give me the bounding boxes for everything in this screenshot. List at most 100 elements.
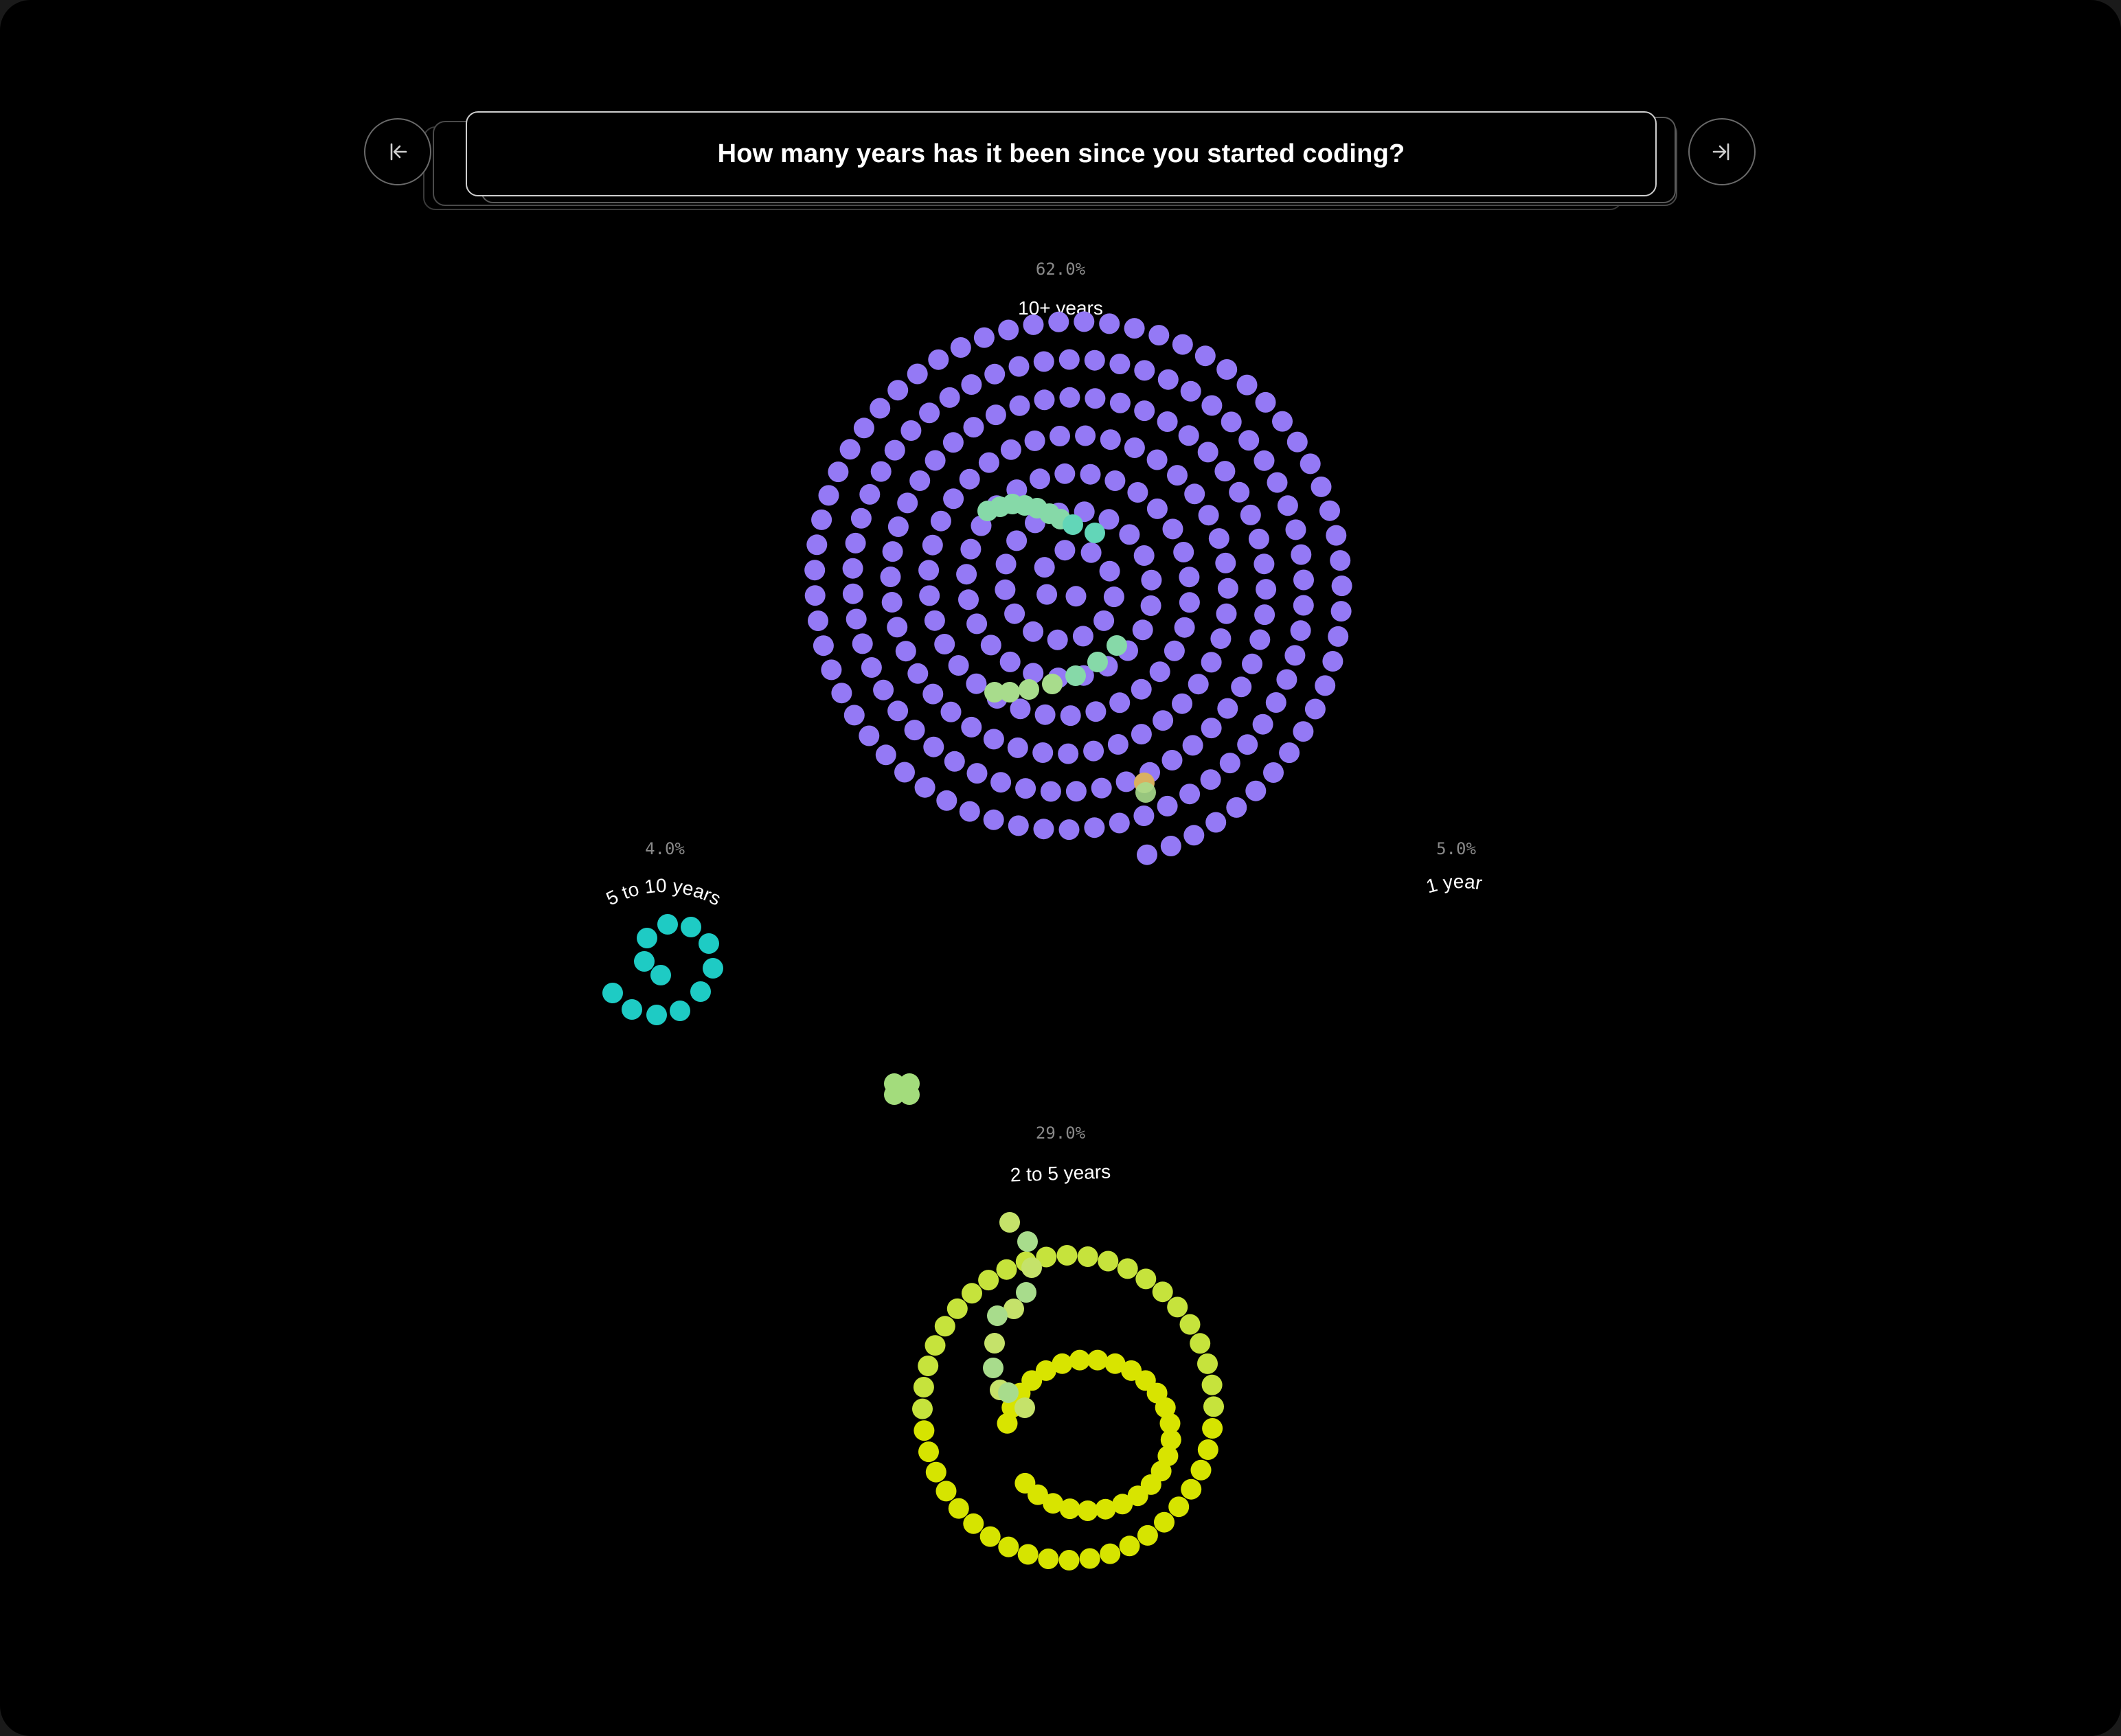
dot-10plus-years (936, 790, 957, 811)
dot-10plus-years (1304, 698, 1326, 720)
dot-10plus-years (918, 560, 940, 581)
dot-10plus-years (1210, 628, 1232, 649)
dot-10plus-years (1194, 345, 1216, 367)
dot-10plus-years (1279, 742, 1300, 764)
dot-10plus-years (922, 534, 943, 556)
dot-10plus-years (1173, 542, 1194, 562)
dot-10plus-years (1133, 806, 1155, 826)
dot-2to5-years (1167, 1297, 1188, 1318)
dot-10plus-years (1058, 743, 1079, 764)
dot-10plus-years (1167, 465, 1188, 486)
dot-2to5-years (1168, 1496, 1190, 1518)
dot-10plus-years (1104, 470, 1126, 491)
dot-10plus-years (1109, 692, 1131, 713)
dot-10plus-years (1172, 334, 1193, 355)
dot-10plus-years (880, 567, 901, 587)
dot-2to5-years (912, 1398, 933, 1419)
dot-10plus-years (1255, 391, 1276, 413)
dot-transition (1017, 1231, 1038, 1252)
dot-10plus-years (1109, 354, 1131, 374)
dot-10plus-years (1059, 387, 1080, 408)
dot-10plus-years (1085, 388, 1106, 409)
dot-10plus-years (998, 319, 1019, 341)
dot-2to5-years (1017, 1544, 1039, 1565)
dot-2to5-years (962, 1283, 982, 1304)
cluster-1year-percent: 5.0% (1436, 839, 1476, 858)
dot-10plus-years (1231, 676, 1252, 698)
dot-2to5-years (1197, 1439, 1218, 1460)
dot-10plus-years (1285, 519, 1306, 540)
dot-10plus-years (1007, 737, 1028, 758)
dot-10plus-years (1330, 550, 1351, 571)
dot-10plus-years (948, 655, 969, 676)
dot-10plus-years (839, 439, 861, 460)
dot-10plus-years (1132, 619, 1153, 641)
dot-10plus-years (928, 349, 949, 370)
dot-10plus-years (853, 418, 874, 439)
dot-2to5-years (1079, 1548, 1100, 1569)
dot-2to5-years (1202, 1418, 1223, 1439)
dot-10plus-years (1248, 528, 1269, 549)
dot-10plus-years (1141, 569, 1162, 591)
dot-10plus-years (1242, 653, 1262, 674)
dot-2to5-years (934, 1316, 955, 1337)
dot-transition (987, 1305, 1008, 1326)
dot-10plus-years (861, 657, 882, 678)
dot-10plus-years (1229, 481, 1250, 503)
dot-10plus-years (1083, 740, 1104, 762)
dot-10plus-years (1330, 601, 1352, 622)
dot-transition (1065, 665, 1086, 686)
dot-10plus-years (919, 585, 940, 606)
dot-10plus-years (1276, 669, 1297, 690)
dot-10plus-years (1004, 603, 1025, 624)
dot-10plus-years (1240, 504, 1261, 525)
dot-10plus-years (1322, 651, 1343, 672)
dot-10plus-years (919, 402, 940, 424)
dot-10plus-years (1015, 778, 1036, 799)
dot-10plus-years (852, 633, 873, 654)
dot-10plus-years (925, 450, 946, 471)
dot-10plus-years (1074, 311, 1095, 332)
dot-2to5-years (1203, 1396, 1224, 1417)
dot-2to5-years (1117, 1258, 1138, 1279)
dot-10plus-years (909, 470, 931, 491)
dot-2to5-years (1014, 1472, 1036, 1494)
dot-10plus-years (1008, 356, 1030, 377)
answer-distribution-chart: 62.0% 10+ years 4.0% 5 to 10 years 5.0% … (602, 260, 1484, 1571)
dot-2to5-years (1056, 1245, 1078, 1266)
dot-10plus-years (950, 337, 971, 358)
dot-10plus-years (922, 683, 944, 705)
dot-2to5-years (1100, 1543, 1121, 1564)
dot-10plus-years (1284, 645, 1306, 666)
dot-transition (1042, 674, 1063, 694)
dot-10plus-years (1008, 815, 1029, 836)
dot-10plus-years (1254, 553, 1275, 575)
dot-10plus-years (1208, 528, 1229, 549)
dot-10plus-years (960, 538, 982, 560)
cluster-1year-label-path: 1 year (1424, 871, 1484, 897)
cluster-5to10-label-path: 5 to 10 years (603, 875, 725, 910)
dot-10plus-years (870, 461, 892, 482)
dot-10plus-years (1080, 542, 1102, 563)
dot-10plus-years (1131, 724, 1152, 745)
dot-5to10-years (650, 965, 671, 985)
dot-10plus-years (943, 488, 964, 510)
dot-10plus-years (1157, 369, 1179, 390)
dot-10plus-years (1265, 692, 1286, 713)
dot-10plus-years (1331, 575, 1352, 597)
dot-10plus-years (944, 751, 965, 772)
dot-10plus-years (978, 452, 999, 473)
dot-10plus-years (1183, 825, 1205, 846)
dot-2to5-years (1197, 1353, 1218, 1374)
dot-2to5-years (1058, 1550, 1080, 1571)
dot-10plus-years (1238, 430, 1260, 451)
dot-2to5-years (1038, 1549, 1059, 1569)
dot-10plus-years (966, 763, 988, 784)
dot-transition (999, 1212, 1020, 1233)
dot-transition (1019, 679, 1039, 700)
dot-10plus-years (884, 439, 905, 461)
dot-10plus-years (1033, 351, 1054, 372)
dot-10plus-years (1179, 567, 1200, 588)
dot-10plus-years (887, 617, 908, 638)
dot-2to5-years (978, 1270, 999, 1291)
